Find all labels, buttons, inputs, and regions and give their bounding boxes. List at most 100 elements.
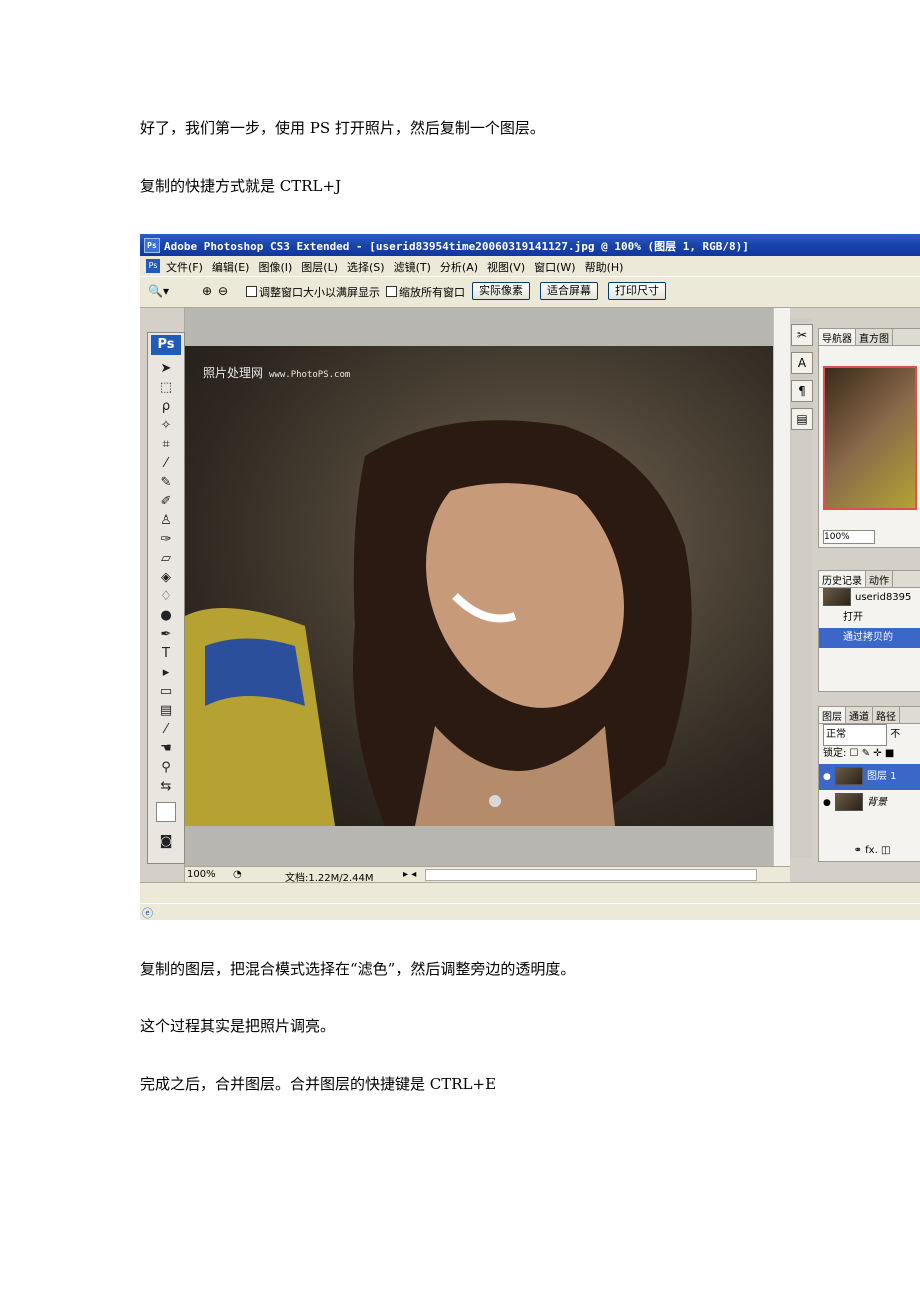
panel-icon-column: ✂ A ¶ ▤ <box>790 318 813 858</box>
zoom-tool-icon[interactable]: 🔍▾ <box>148 283 169 299</box>
blur-tool-icon[interactable]: ♢ <box>148 587 184 606</box>
blend-mode-select[interactable]: 正常 <box>823 724 887 746</box>
quick-mask-icon[interactable]: ◙ <box>148 832 184 851</box>
crop-tool-icon[interactable]: ⌗ <box>148 435 184 454</box>
blend-mode-row: 正常 不 <box>819 724 920 746</box>
tab-paths[interactable]: 路径 <box>873 707 900 723</box>
swap-colors-icon[interactable]: ⇆ <box>148 777 184 796</box>
slice-tool-icon[interactable]: ⁄ <box>148 454 184 473</box>
horizontal-scrollbar[interactable] <box>425 869 757 881</box>
eye-icon[interactable]: ● <box>823 790 835 816</box>
menu-filter[interactable]: 滤镜(T) <box>394 259 431 275</box>
tab-histogram[interactable]: 直方图 <box>856 329 893 345</box>
paragraph-1: 好了，我们第一步，使用 PS 打开照片，然后复制一个图层。 <box>140 119 545 137</box>
photoshop-screenshot: Ps Adobe Photoshop CS3 Extended - [useri… <box>140 234 920 920</box>
menu-edit[interactable]: 编辑(E) <box>212 259 250 275</box>
paragraph-2: 复制的快捷方式就是 CTRL+J <box>140 177 342 195</box>
paragraph-4: 这个过程其实是把照片调亮。 <box>140 1017 336 1035</box>
print-size-button[interactable]: 打印尺寸 <box>608 282 666 300</box>
menu-image[interactable]: 图像(I) <box>258 259 292 275</box>
eraser-tool-icon[interactable]: ▱ <box>148 549 184 568</box>
tab-channels[interactable]: 通道 <box>846 707 873 723</box>
title-bar: Ps Adobe Photoshop CS3 Extended - [useri… <box>140 234 920 256</box>
layer-footer-icons[interactable]: ⚭ fx. ◫ <box>819 841 920 861</box>
menu-help[interactable]: 帮助(H) <box>585 259 624 275</box>
document-icon[interactable]: Ps <box>146 259 160 273</box>
portrait-photo: 照片处理网 www.PhotoPS.com <box>185 346 773 826</box>
move-tool-icon[interactable]: ➤ <box>148 359 184 378</box>
hand-tool-icon[interactable]: ☚ <box>148 739 184 758</box>
character-panel-icon[interactable]: A <box>791 352 813 374</box>
status-menu-icon[interactable]: ◔ <box>233 869 242 880</box>
type-tool-icon[interactable]: T <box>148 644 184 663</box>
zoom-all-checkbox[interactable] <box>386 286 397 297</box>
lasso-tool-icon[interactable]: ρ <box>148 397 184 416</box>
window-title: Adobe Photoshop CS3 Extended - [userid83… <box>164 240 749 253</box>
menu-view[interactable]: 视图(V) <box>487 259 525 275</box>
brush-tool-icon[interactable]: ✐ <box>148 492 184 511</box>
status-arrow-icon[interactable]: ▸ ◂ <box>403 869 416 880</box>
history-snapshot[interactable]: userid8395 <box>819 588 920 608</box>
photoshop-icon: Ps <box>144 238 160 253</box>
marquee-tool-icon[interactable]: ⬚ <box>148 378 184 397</box>
color-swatches[interactable] <box>148 796 184 832</box>
tab-navigator[interactable]: 导航器 <box>819 329 856 345</box>
layers-panel: 图层 通道 路径 正常 不 锁定: ☐ ✎ ✛ ■ ● 图层 1 ● 背景 ⚭ fx. … <box>818 706 920 862</box>
menu-analysis[interactable]: 分析(A) <box>440 259 478 275</box>
panel-dock: ✂ A ¶ ▤ 导航器 直方图 100% 历史记录 动作 userid8395 打开… <box>790 308 920 882</box>
layer-row[interactable]: ● 图层 1 <box>819 764 920 790</box>
resize-windows-checkbox[interactable] <box>246 286 257 297</box>
history-item-copy[interactable]: 通过拷贝的 <box>819 628 920 648</box>
fit-screen-button[interactable]: 适合屏幕 <box>540 282 598 300</box>
toolbox: Ps ➤ ⬚ ρ ✧ ⌗ ⁄ ✎ ✐ ♙ ✑ ▱ ◈ ♢ ● ✒ T ▸ ▭ ▤ <box>147 332 185 864</box>
document-window: 照片处理网 www.PhotoPS.com 100% ◔ 文档:1.22M/2.4 <box>185 308 805 884</box>
opacity-label: 不 <box>890 729 901 740</box>
path-select-icon[interactable]: ▸ <box>148 663 184 682</box>
eyedropper-tool-icon[interactable]: ⁄ <box>148 720 184 739</box>
tools-preset-icon[interactable]: ✂ <box>791 324 813 346</box>
layer-row[interactable]: ● 背景 <box>819 790 920 816</box>
window-status-bar: ⓔ <box>140 882 920 920</box>
paragraph-5: 完成之后，合并图层。合并图层的快捷键是 CTRL+E <box>140 1075 497 1093</box>
notes-tool-icon[interactable]: ▤ <box>148 701 184 720</box>
work-area: Ps ➤ ⬚ ρ ✧ ⌗ ⁄ ✎ ✐ ♙ ✑ ▱ ◈ ♢ ● ✒ T ▸ ▭ ▤ <box>140 308 920 884</box>
zoom-level[interactable]: 100% <box>187 869 216 880</box>
zoom-tool-icon-box[interactable]: ⚲ <box>148 758 184 777</box>
magic-wand-tool-icon[interactable]: ✧ <box>148 416 184 435</box>
navigator-zoom[interactable]: 100% <box>823 530 875 544</box>
tab-layers[interactable]: 图层 <box>819 707 846 723</box>
history-brush-icon[interactable]: ✑ <box>148 530 184 549</box>
pen-tool-icon[interactable]: ✒ <box>148 625 184 644</box>
actual-pixels-button[interactable]: 实际像素 <box>472 282 530 300</box>
zoom-in-icon[interactable]: ⊕ <box>202 283 212 299</box>
zoom-all-label: 缩放所有窗口 <box>399 286 465 299</box>
healing-brush-icon[interactable]: ✎ <box>148 473 184 492</box>
clone-stamp-icon[interactable]: ♙ <box>148 511 184 530</box>
lock-row: 锁定: ☐ ✎ ✛ ■ <box>823 748 895 759</box>
menu-window[interactable]: 窗口(W) <box>534 259 575 275</box>
tab-actions[interactable]: 动作 <box>866 571 893 587</box>
shape-tool-icon[interactable]: ▭ <box>148 682 184 701</box>
menu-file[interactable]: 文件(F) <box>166 259 203 275</box>
zoom-out-icon[interactable]: ⊖ <box>218 283 228 299</box>
ie-icon: ⓔ <box>142 907 153 920</box>
resize-windows-label: 调整窗口大小以满屏显示 <box>259 286 380 299</box>
history-panel: 历史记录 动作 userid8395 打开 通过拷贝的 <box>818 570 920 692</box>
portrait-illustration <box>185 420 692 826</box>
navigator-panel: 导航器 直方图 100% <box>818 328 920 548</box>
menu-select[interactable]: 选择(S) <box>347 259 385 275</box>
eye-icon[interactable]: ● <box>823 764 835 790</box>
history-item-open[interactable]: 打开 <box>819 608 920 628</box>
paint-bucket-icon[interactable]: ◈ <box>148 568 184 587</box>
paragraph-panel-icon[interactable]: ¶ <box>791 380 813 402</box>
menu-layer[interactable]: 图层(L) <box>301 259 338 275</box>
options-bar: 🔍▾ ⊕ ⊖ 调整窗口大小以满屏显示 缩放所有窗口 实际像素 适合屏幕 打印尺寸 <box>140 276 920 308</box>
toolbox-logo: Ps <box>151 335 181 355</box>
paragraph-3: 复制的图层，把混合模式选择在“滤色”，然后调整旁边的透明度。 <box>140 960 576 978</box>
tab-history[interactable]: 历史记录 <box>819 571 866 587</box>
menu-bar: Ps 文件(F) 编辑(E) 图像(I) 图层(L) 选择(S) 滤镜(T) 分… <box>140 256 920 276</box>
layer-comps-icon[interactable]: ▤ <box>791 408 813 430</box>
dodge-tool-icon[interactable]: ● <box>148 606 184 625</box>
vertical-scrollbar[interactable] <box>773 308 790 868</box>
navigator-preview[interactable] <box>823 366 917 510</box>
